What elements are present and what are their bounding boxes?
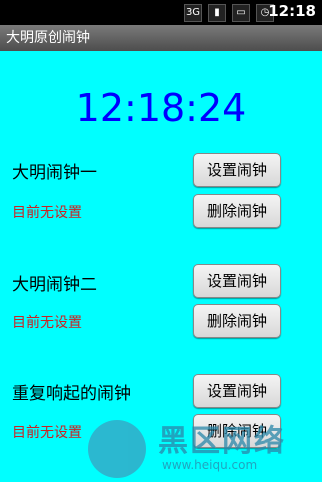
app-title: 大明原创闹钟 [0,25,322,51]
alarm-2-status: 目前无设置 [12,315,82,331]
3g-icon: 3G [184,3,202,22]
alarm-1-set-button[interactable]: 设置闹钟 [193,153,281,187]
alarm-1-label: 大明闹钟一 [12,163,97,183]
battery-icon: ▭ [232,3,250,22]
watermark-logo-icon [88,420,146,478]
status-time: 12:18 [268,2,316,20]
clock-display: 12:18:24 [75,86,247,130]
alarm-2-set-button[interactable]: 设置闹钟 [193,264,281,298]
alarm-1-delete-button[interactable]: 删除闹钟 [193,194,281,228]
alarm-3-set-button[interactable]: 设置闹钟 [193,374,281,408]
watermark-url: www.heiqu.com [162,458,258,472]
alarm-3-label: 重复响起的闹钟 [12,384,131,404]
alarm-2-delete-button[interactable]: 删除闹钟 [193,304,281,338]
status-icons: 3G ▮ ▭ ◷ [184,3,274,22]
alarm-1-status: 目前无设置 [12,205,82,221]
watermark-text: 黑区网络 [158,424,286,459]
alarm-3-status: 目前无设置 [12,425,82,441]
signal-icon: ▮ [208,3,226,22]
watermark: 黑区网络 www.heiqu.com [88,414,308,480]
alarm-2-label: 大明闹钟二 [12,275,97,295]
status-bar: 3G ▮ ▭ ◷ 12:18 [0,0,322,25]
